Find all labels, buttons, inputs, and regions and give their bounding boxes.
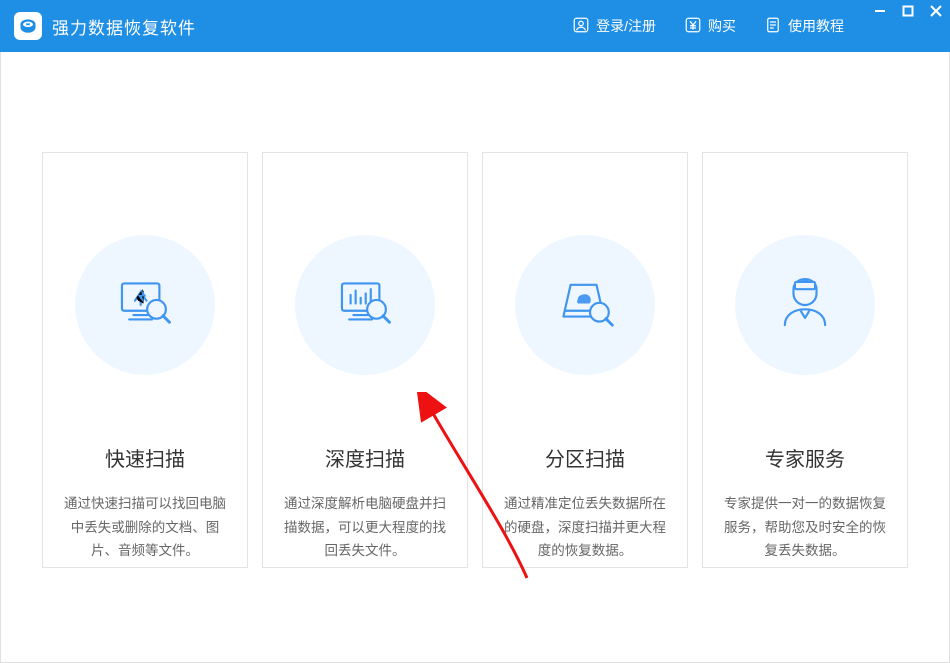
app-logo-icon (14, 12, 42, 40)
user-icon (572, 16, 590, 37)
card-desc: 通过快速扫描可以找回电脑中丢失或删除的文档、图片、音频等文件。 (43, 492, 247, 563)
quick-scan-icon (75, 235, 215, 375)
doc-icon (764, 16, 782, 37)
tutorial-link[interactable]: 使用教程 (750, 0, 858, 52)
quick-scan-card[interactable]: 快速扫描 通过快速扫描可以找回电脑中丢失或删除的文档、图片、音频等文件。 (42, 152, 248, 568)
deep-scan-icon (295, 235, 435, 375)
main-area: 快速扫描 通过快速扫描可以找回电脑中丢失或删除的文档、图片、音频等文件。 (0, 52, 950, 663)
partition-scan-icon (515, 235, 655, 375)
card-desc: 通过精准定位丢失数据所在的硬盘，深度扫描并更大程度的恢复数据。 (483, 492, 687, 563)
deep-scan-card[interactable]: 深度扫描 通过深度解析电脑硬盘并扫描数据，可以更大程度的找回丢失文件。 (262, 152, 468, 568)
buy-label: 购买 (708, 16, 736, 36)
app-window: 强力数据恢复软件 登录/注册 购买 使用教程 (0, 0, 950, 663)
close-button[interactable] (922, 0, 950, 22)
expert-service-card[interactable]: 专家服务 专家提供一对一的数据恢复服务，帮助您及时安全的恢复丢失数据。 (702, 152, 908, 568)
card-desc: 通过深度解析电脑硬盘并扫描数据，可以更大程度的找回丢失文件。 (263, 492, 467, 563)
titlebar: 强力数据恢复软件 登录/注册 购买 使用教程 (0, 0, 950, 52)
buy-link[interactable]: 购买 (670, 0, 750, 52)
card-title: 深度扫描 (325, 443, 405, 472)
card-title: 专家服务 (765, 443, 845, 472)
maximize-button[interactable] (894, 0, 922, 22)
tutorial-label: 使用教程 (788, 16, 844, 36)
card-title: 快速扫描 (105, 443, 185, 472)
login-register-label: 登录/注册 (596, 16, 656, 36)
cards-row: 快速扫描 通过快速扫描可以找回电脑中丢失或删除的文档、图片、音频等文件。 (1, 152, 949, 568)
minimize-button[interactable] (866, 0, 894, 22)
expert-service-icon (735, 235, 875, 375)
card-title: 分区扫描 (545, 443, 625, 472)
window-controls (866, 0, 950, 22)
login-register-link[interactable]: 登录/注册 (558, 0, 670, 52)
card-desc: 专家提供一对一的数据恢复服务，帮助您及时安全的恢复丢失数据。 (703, 492, 907, 563)
app-title: 强力数据恢复软件 (52, 14, 196, 39)
app-logo-wrap: 强力数据恢复软件 (0, 12, 196, 40)
partition-scan-card[interactable]: 分区扫描 通过精准定位丢失数据所在的硬盘，深度扫描并更大程度的恢复数据。 (482, 152, 688, 568)
top-actions: 登录/注册 购买 使用教程 (558, 0, 858, 52)
yen-icon (684, 16, 702, 37)
